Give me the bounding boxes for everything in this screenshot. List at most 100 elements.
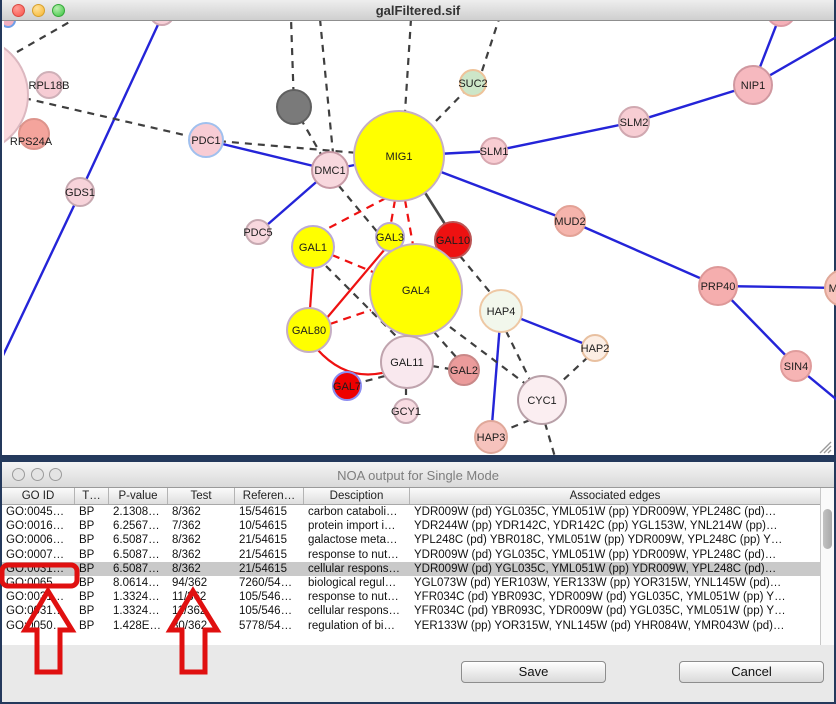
column-header-test[interactable]: Test (168, 488, 235, 504)
edge[interactable] (17, 21, 87, 52)
node-label-slm2: SLM2 (620, 117, 649, 129)
edge[interactable] (559, 357, 588, 384)
cell: cellular respons… (304, 562, 410, 576)
column-header-p-value[interactable]: P-value (109, 488, 168, 504)
table-row[interactable]: GO:0045…BP2.1308…8/36215/54615carbon cat… (2, 505, 820, 519)
cell: 1.3324… (109, 604, 168, 618)
edge[interactable] (405, 200, 413, 245)
node-label-gal1: GAL1 (299, 242, 327, 254)
edge[interactable] (482, 21, 499, 71)
edge[interactable] (320, 21, 333, 153)
cell: GO:0050… (2, 619, 75, 633)
results-table[interactable]: GO IDT…P-valueTestReferen…DesciptionAsso… (2, 488, 821, 645)
column-header-desciption[interactable]: Desciption (304, 488, 410, 504)
column-header-go-id[interactable]: GO ID (2, 488, 75, 504)
column-header-referen-[interactable]: Referen… (235, 488, 304, 504)
edge[interactable] (570, 221, 718, 286)
edge[interactable] (323, 198, 386, 231)
edge[interactable] (4, 193, 80, 366)
edge[interactable] (24, 98, 206, 140)
cell: 8/362 (168, 562, 235, 576)
save-button[interactable]: Save (461, 661, 606, 683)
network-titlebar[interactable]: galFiltered.sif (2, 0, 834, 21)
table-body[interactable]: GO:0045…BP2.1308…8/36215/54615carbon cat… (2, 505, 820, 633)
cell: BP (75, 576, 109, 590)
edge[interactable] (206, 140, 330, 170)
node-gray-node[interactable] (277, 90, 311, 124)
node-label-gal80: GAL80 (292, 325, 326, 337)
node-frag-topleft[interactable] (4, 21, 15, 27)
table-row[interactable]: GO:0007…BP6.5087…8/36221/54615response t… (2, 548, 820, 562)
table-row[interactable]: GO:0016…BP6.2567…7/36210/54615protein im… (2, 519, 820, 533)
node-label-sin4: SIN4 (784, 361, 808, 373)
node-label-pdc1: PDC1 (191, 135, 220, 147)
cell: BP (75, 505, 109, 519)
node-label-prp40: PRP40 (701, 281, 736, 293)
node-label-gal4: GAL4 (402, 285, 430, 297)
cell: GO:0031… (2, 590, 75, 604)
edge[interactable] (358, 376, 385, 383)
edge[interactable] (434, 332, 457, 358)
edge[interactable] (391, 200, 395, 223)
table-row[interactable]: GO:0050…BP1.428E…80/3625778/54…regulatio… (2, 619, 820, 633)
cell: GO:0006… (2, 533, 75, 547)
cell: 1.428E… (109, 619, 168, 633)
edge[interactable] (545, 423, 555, 455)
cell: YFR034C (pd) YBR093C, YDR009W (pd) YGL03… (410, 604, 820, 618)
node-cut-top-right[interactable] (767, 21, 795, 26)
cell: 8/362 (168, 548, 235, 562)
edge[interactable] (460, 256, 494, 297)
edge-curve[interactable] (317, 349, 390, 375)
noa-window-title: NOA output for Single Mode (2, 468, 834, 483)
cell: 105/546… (235, 590, 304, 604)
cell: BP (75, 562, 109, 576)
edge[interactable] (506, 331, 530, 380)
resize-grip-icon[interactable] (818, 440, 832, 454)
cancel-button[interactable]: Cancel (679, 661, 824, 683)
cell: GO:0007… (2, 548, 75, 562)
table-row[interactable]: GO:0031…BP6.5087…8/36221/54615cellular r… (2, 562, 820, 576)
edge[interactable] (310, 268, 313, 309)
edge[interactable] (80, 21, 162, 193)
cell: biological regul… (304, 576, 410, 590)
table-row[interactable]: GO:0065…BP8.0614…94/3627260/54…biologica… (2, 576, 820, 590)
node-cut-top-left[interactable] (150, 21, 174, 25)
table-row[interactable]: GO:0031…BP1.3324…11/362105/546…cellular … (2, 604, 820, 618)
edge[interactable] (494, 122, 634, 151)
cell: 21/54615 (235, 562, 304, 576)
cell: YFR034C (pd) YBR093C, YDR009W (pd) YGL03… (410, 590, 820, 604)
edge[interactable] (432, 366, 450, 369)
vertical-scrollbar[interactable] (820, 488, 834, 645)
cell: BP (75, 548, 109, 562)
node-label-gal11: GAL11 (390, 357, 423, 369)
network-canvas[interactable]: RPL18BRPS24AGDS1PDC1DMC1MIG1SUC2SLM1PDC5… (4, 21, 836, 455)
node-label-rpl18b: RPL18B (29, 80, 70, 92)
cell: BP (75, 519, 109, 533)
cell: BP (75, 533, 109, 547)
cell: YPL248C (pd) YBR018C, YML051W (pp) YDR00… (410, 533, 820, 547)
table-row[interactable]: GO:0031…BP1.3324…11/362105/546…response … (2, 590, 820, 604)
edge[interactable] (330, 310, 371, 324)
cell: protein import i… (304, 519, 410, 533)
cell: 10/54615 (235, 519, 304, 533)
table-row[interactable]: GO:0006…BP6.5087…8/36221/54615galactose … (2, 533, 820, 547)
column-header-t-[interactable]: T… (75, 488, 109, 504)
cell: 21/54615 (235, 548, 304, 562)
cell: 7/362 (168, 519, 235, 533)
node-label-gcy1: GCY1 (391, 406, 421, 418)
cell: YGL073W (pd) YER103W, YER133W (pp) YOR31… (410, 576, 820, 590)
noa-titlebar[interactable]: NOA output for Single Mode (2, 462, 834, 488)
cell: 11/362 (168, 590, 235, 604)
cell: 94/362 (168, 576, 235, 590)
cell: 7260/54… (235, 576, 304, 590)
scrollbar-thumb[interactable] (823, 509, 832, 549)
noa-output-window: NOA output for Single Mode GO IDT…P-valu… (0, 460, 836, 704)
edge[interactable] (405, 21, 411, 112)
cell: regulation of bi… (304, 619, 410, 633)
column-header-associated-edges[interactable]: Associated edges (410, 488, 820, 504)
cell: 15/54615 (235, 505, 304, 519)
table-header-row[interactable]: GO IDT…P-valueTestReferen…DesciptionAsso… (2, 488, 820, 505)
cell: GO:0031… (2, 562, 75, 576)
cell: GO:0016… (2, 519, 75, 533)
node-label-gal7: GAL7 (333, 381, 361, 393)
